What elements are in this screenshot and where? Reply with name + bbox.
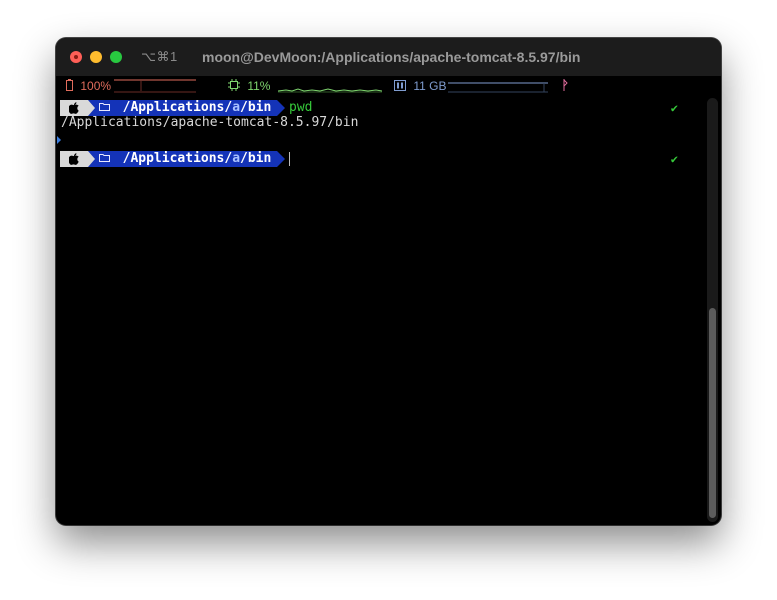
prompt-separator (88, 151, 95, 167)
battery-status: 100% (66, 79, 111, 93)
cpu-status: 11% (228, 79, 270, 93)
battery-graph (114, 79, 196, 93)
network-icon (561, 79, 569, 93)
cpu-value: 11% (247, 79, 271, 93)
directory-segment: /Applications/a/bin (88, 151, 278, 167)
terminal-window: ⌥⌘1 moon@DevMoon:/Applications/apache-to… (56, 38, 721, 525)
path-abbrev: a (232, 100, 241, 115)
apple-icon (60, 100, 88, 116)
path-suffix: /bin (240, 151, 272, 166)
scrollbar[interactable] (707, 98, 718, 522)
directory-segment: /Applications/a/bin (88, 100, 278, 116)
network-status (561, 79, 569, 93)
window-title: moon@DevMoon:/Applications/apache-tomcat… (202, 49, 581, 65)
cpu-icon (228, 79, 243, 93)
scrollbar-thumb[interactable] (709, 308, 716, 518)
command-text: pwd (289, 100, 313, 115)
prompt-separator (88, 100, 95, 116)
memory-icon (394, 79, 409, 93)
minimize-button[interactable] (90, 51, 102, 63)
battery-icon (66, 79, 76, 93)
text-cursor[interactable] (289, 152, 290, 166)
path-prefix: /Applications/ (122, 151, 233, 166)
command-output: /Applications/apache-tomcat-8.5.97/bin (61, 115, 359, 130)
tab-shortcut: ⌥⌘1 (141, 49, 178, 64)
path-prefix: /Applications/ (122, 100, 233, 115)
path-suffix: /bin (240, 100, 272, 115)
prompt-marker-icon (57, 136, 61, 144)
path-abbrev: a (232, 151, 241, 166)
prompt-end-separator (277, 100, 285, 116)
prompt-end-separator (277, 151, 285, 167)
status-bar: 100% 11% 11 GB (56, 76, 721, 96)
memory-graph (448, 82, 548, 93)
title-bar: ⌥⌘1 moon@DevMoon:/Applications/apache-to… (56, 38, 721, 76)
success-check: ✔ (670, 152, 678, 166)
battery-value: 100% (80, 79, 112, 93)
maximize-button[interactable] (110, 51, 122, 63)
folder-icon (99, 152, 117, 165)
folder-icon (99, 101, 117, 114)
memory-status: 11 GB (394, 79, 446, 93)
close-button[interactable] (70, 51, 82, 63)
cpu-graph (278, 88, 382, 93)
success-check: ✔ (670, 101, 678, 115)
memory-value: 11 GB (413, 79, 447, 93)
prompt-line-current: /Applications/a/bin ✔ (60, 151, 700, 167)
terminal-content[interactable]: /Applications/a/bin pwd ✔ /Applications/… (56, 96, 706, 525)
prompt-line: /Applications/a/bin pwd ✔ (60, 100, 700, 116)
apple-icon (60, 151, 88, 167)
